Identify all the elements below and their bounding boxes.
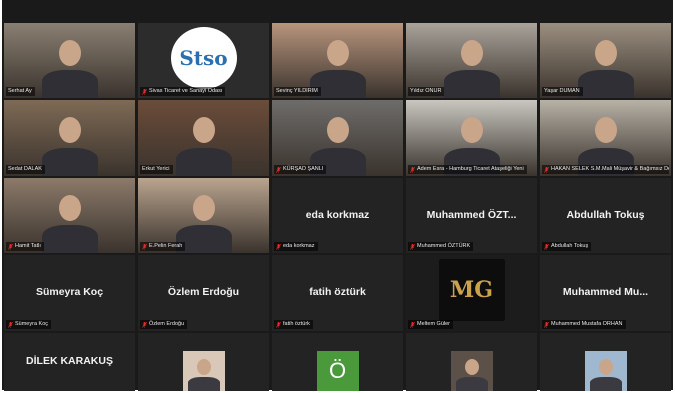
logo-text: MG — [449, 277, 494, 303]
participant-tile-p23[interactable] — [406, 333, 537, 391]
participant-name: Yaşar DUMAN — [544, 88, 580, 94]
participant-name: Hamit Tatlı — [15, 243, 41, 249]
participant-name: eda korkmaz — [283, 243, 315, 249]
participant-name-label: Serhat Ay — [6, 87, 35, 96]
participant-name-label: Sevinç YILDIRIM — [274, 87, 321, 96]
participant-name: Sümeyra Koç — [15, 321, 49, 327]
profile-picture — [182, 351, 225, 391]
muted-mic-icon — [142, 88, 147, 95]
participant-display-name: Özlem Erdoğu — [167, 285, 240, 298]
participant-name: Özlem Erdoğu — [149, 321, 185, 327]
participant-tile-meltem-gu-ler[interactable]: MG Meltem Güler — [406, 255, 537, 331]
participant-display-name: fatih öztürk — [309, 285, 366, 298]
participant-tile-hakan-selek-s-m-mali-mu-s-avir-bag-ms-z-denetc-i[interactable]: HAKAN SELEK S.M.Mali Müşavir & Bağımsız … — [540, 100, 671, 176]
participant-tile-sevinc-yildirim[interactable]: Sevinç YILDIRIM — [272, 23, 403, 98]
participant-name-label: Muhammed Mustafa ORHAN — [542, 320, 626, 329]
participant-tile-di-lek-karakus[interactable]: DİLEK KARAKUŞ — [4, 333, 135, 391]
participant-name: Serhat Ay — [8, 88, 32, 94]
muted-mic-icon — [276, 243, 281, 250]
participant-name-label: Adem Esra - Hamburg Ticaret Ataşeliği Ye… — [408, 165, 527, 174]
participant-tile-o-zlem-erdog-u[interactable]: Özlem Erdoğu Özlem Erdoğu — [138, 255, 269, 331]
participant-display-name: Muhammed ÖZT... — [426, 208, 517, 221]
participant-name-label: Yıldız ONUR — [408, 87, 445, 96]
participant-tile-muhammed-mustafa-orhan[interactable]: Muhammed Mu... Muhammed Mustafa ORHAN — [540, 255, 671, 331]
participant-tile-sivas-ticaret-ve-sanayi-odas[interactable]: Stso Sivas Ticaret ve Sanayi Odası — [138, 23, 269, 98]
participant-tile-e-pelin-ferah[interactable]: E.Pelin Ferah — [138, 178, 269, 253]
participant-name: Adem Esra - Hamburg Ticaret Ataşeliği Ye… — [417, 166, 524, 172]
participant-name-label: Muhammed ÖZTÜRK — [408, 242, 474, 251]
participant-name: fatih öztürk — [283, 321, 310, 327]
participant-name: HAKAN SELEK S.M.Mali Müşavir & Bağımsız … — [551, 166, 669, 172]
participant-name: Muhammed ÖZTÜRK — [417, 243, 471, 249]
participant-name-label: Özlem Erdoğu — [140, 320, 188, 329]
participant-name-label: HAKAN SELEK S.M.Mali Müşavir & Bağımsız … — [542, 165, 669, 174]
participant-name: Sivas Ticaret ve Sanayi Odası — [149, 88, 223, 94]
participant-name: KÜRŞAD ŞANLI — [283, 166, 324, 172]
muted-mic-icon — [544, 166, 549, 173]
muted-mic-icon — [544, 321, 549, 328]
participant-tile-fatih-o-ztu-rk[interactable]: fatih öztürk fatih öztürk — [272, 255, 403, 331]
participant-tile-sedat-dalak[interactable]: Sedat DALAK — [4, 100, 135, 176]
participant-tile-p21[interactable] — [138, 333, 269, 391]
participant-name-label: Meltem Güler — [408, 320, 454, 329]
participant-tile-ku-rs-ad-s-anli[interactable]: KÜRŞAD ŞANLI — [272, 100, 403, 176]
participant-tile-serhat-ay[interactable]: Serhat Ay — [4, 23, 135, 98]
participant-display-name: eda korkmaz — [305, 208, 370, 221]
participant-tile-muhammed-o-ztu-rk[interactable]: Muhammed ÖZT... Muhammed ÖZTÜRK — [406, 178, 537, 253]
participant-name-label: Yaşar DUMAN — [542, 87, 583, 96]
participant-name-label: Abdullah Tokuş — [542, 242, 592, 251]
muted-mic-icon — [410, 321, 415, 328]
participant-name-label: KÜRŞAD ŞANLI — [274, 165, 327, 174]
participant-name-label: Hamit Tatlı — [6, 242, 44, 251]
participant-name: Erkut Yerici — [142, 166, 170, 172]
participant-tile-adem-esra-hamburg-ticaret-atas-elig-i-yeni[interactable]: Adem Esra - Hamburg Ticaret Ataşeliği Ye… — [406, 100, 537, 176]
participant-name-label: Sümeyra Koç — [6, 320, 52, 329]
participant-name-label: Sivas Ticaret ve Sanayi Odası — [140, 87, 226, 96]
muted-mic-icon — [410, 166, 415, 173]
participant-tile-p24[interactable] — [540, 333, 671, 391]
participant-tile-su-meyra-koc[interactable]: Sümeyra Koç Sümeyra Koç — [4, 255, 135, 331]
participant-name: Abdullah Tokuş — [551, 243, 589, 249]
muted-mic-icon — [276, 321, 281, 328]
participant-name-label: Erkut Yerici — [140, 165, 173, 174]
participant-name: Muhammed Mustafa ORHAN — [551, 321, 623, 327]
profile-picture — [450, 351, 493, 391]
muted-mic-icon — [410, 243, 415, 250]
participant-name-label: E.Pelin Ferah — [140, 242, 186, 251]
participant-tile-abdullah-tokus[interactable]: Abdullah Tokuş Abdullah Tokuş — [540, 178, 671, 253]
muted-mic-icon — [8, 243, 13, 250]
participant-tile-yas-ar-duman[interactable]: Yaşar DUMAN — [540, 23, 671, 98]
muted-mic-icon — [544, 243, 549, 250]
muted-mic-icon — [276, 166, 281, 173]
participant-name: Yıldız ONUR — [410, 88, 442, 94]
participant-name-label: Sedat DALAK — [6, 165, 45, 174]
participant-name: Meltem Güler — [417, 321, 451, 327]
avatar-letter: Ö — [316, 351, 359, 391]
muted-mic-icon — [8, 321, 13, 328]
participant-display-name: Muhammed Mu... — [562, 285, 649, 298]
meeting-gallery-view: Serhat Ay Stso Sivas Ticaret ve Sanayi Oda… — [2, 0, 673, 391]
participant-tile-erkut-yerici[interactable]: Erkut Yerici — [138, 100, 269, 176]
participant-display-name: Abdullah Tokuş — [566, 208, 645, 221]
participant-display-name: Sümeyra Koç — [35, 285, 104, 298]
participant-name: E.Pelin Ferah — [149, 243, 183, 249]
participant-tile-hamit-tatl[interactable]: Hamit Tatlı — [4, 178, 135, 253]
participant-name-label: fatih öztürk — [274, 320, 313, 329]
profile-picture — [584, 351, 627, 391]
muted-mic-icon — [142, 321, 147, 328]
muted-mic-icon — [142, 243, 147, 250]
participant-name: Sevinç YILDIRIM — [276, 88, 318, 94]
participant-name-label: eda korkmaz — [274, 242, 318, 251]
participant-display-name: DİLEK KARAKUŞ — [26, 354, 113, 367]
participant-tile-y-ld-z-onur[interactable]: Yıldız ONUR — [406, 23, 537, 98]
logo-text: Stso — [179, 46, 228, 70]
participant-tile-eda-korkmaz[interactable]: eda korkmaz eda korkmaz — [272, 178, 403, 253]
participant-name: Sedat DALAK — [8, 166, 42, 172]
participant-tile-p22[interactable]: Ö — [272, 333, 403, 391]
participant-grid: Serhat Ay Stso Sivas Ticaret ve Sanayi Oda… — [4, 23, 671, 391]
